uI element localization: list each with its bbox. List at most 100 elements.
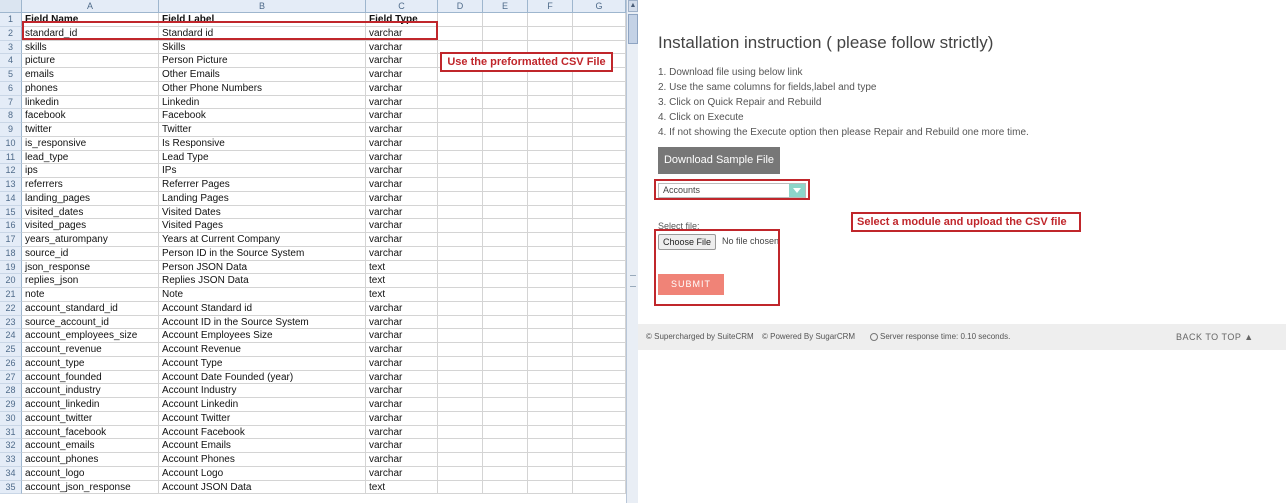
table-cell[interactable]: varchar [366, 164, 438, 178]
table-cell[interactable]: Is Responsive [159, 136, 366, 151]
table-cell[interactable]: Account Standard id [159, 301, 366, 316]
table-cell[interactable]: Facebook [159, 109, 366, 123]
table-cell[interactable] [483, 178, 528, 192]
table-cell[interactable] [573, 164, 626, 178]
table-cell[interactable]: Account Linkedin [159, 398, 366, 412]
table-cell[interactable] [573, 219, 626, 233]
table-cell[interactable]: varchar [366, 329, 438, 343]
row-number[interactable]: 22 [0, 301, 22, 316]
table-cell[interactable] [438, 274, 483, 288]
table-cell[interactable] [438, 136, 483, 151]
table-cell[interactable] [528, 164, 573, 178]
table-cell[interactable] [483, 205, 528, 220]
table-cell[interactable] [483, 150, 528, 165]
header-cell[interactable] [528, 13, 573, 27]
column-header[interactable]: D [438, 0, 483, 13]
table-cell[interactable] [438, 123, 483, 137]
table-cell[interactable] [438, 329, 483, 343]
table-cell[interactable]: is_responsive [22, 136, 159, 151]
table-cell[interactable] [528, 150, 573, 165]
table-cell[interactable]: Other Emails [159, 68, 366, 82]
table-cell[interactable] [528, 123, 573, 137]
table-cell[interactable]: account_standard_id [22, 301, 159, 316]
table-cell[interactable]: Note [159, 288, 366, 302]
table-cell[interactable] [573, 398, 626, 412]
table-cell[interactable]: Account Type [159, 356, 366, 371]
row-number[interactable]: 26 [0, 356, 22, 371]
table-cell[interactable] [438, 411, 483, 426]
table-cell[interactable] [573, 246, 626, 261]
table-cell[interactable] [438, 466, 483, 481]
scroll-grip[interactable] [630, 275, 636, 287]
table-cell[interactable] [483, 370, 528, 385]
table-cell[interactable] [483, 288, 528, 302]
row-number[interactable]: 8 [0, 109, 22, 123]
table-cell[interactable] [528, 233, 573, 247]
table-cell[interactable] [573, 274, 626, 288]
table-cell[interactable]: Replies JSON Data [159, 274, 366, 288]
table-cell[interactable]: source_account_id [22, 315, 159, 330]
table-cell[interactable] [573, 466, 626, 481]
row-number[interactable]: 1 [0, 13, 22, 27]
table-cell[interactable]: Account Employees Size [159, 329, 366, 343]
table-cell[interactable] [483, 425, 528, 440]
table-cell[interactable] [528, 260, 573, 275]
table-cell[interactable] [483, 301, 528, 316]
table-cell[interactable] [438, 480, 483, 495]
table-cell[interactable] [528, 425, 573, 440]
table-cell[interactable]: account_facebook [22, 425, 159, 440]
table-cell[interactable] [528, 178, 573, 192]
table-cell[interactable]: varchar [366, 425, 438, 440]
table-cell[interactable] [483, 246, 528, 261]
table-cell[interactable] [483, 343, 528, 357]
table-cell[interactable]: Visited Dates [159, 205, 366, 220]
header-cell[interactable] [573, 13, 626, 27]
table-cell[interactable]: varchar [366, 315, 438, 330]
table-cell[interactable]: account_industry [22, 384, 159, 398]
table-cell[interactable] [573, 109, 626, 123]
table-cell[interactable] [573, 315, 626, 330]
row-number[interactable]: 24 [0, 329, 22, 343]
table-cell[interactable] [573, 123, 626, 137]
table-cell[interactable] [573, 260, 626, 275]
table-cell[interactable]: source_id [22, 246, 159, 261]
table-cell[interactable] [438, 288, 483, 302]
table-cell[interactable] [573, 343, 626, 357]
table-cell[interactable] [483, 274, 528, 288]
row-number[interactable]: 34 [0, 466, 22, 481]
row-number[interactable]: 3 [0, 40, 22, 55]
table-cell[interactable] [528, 274, 573, 288]
table-cell[interactable]: IPs [159, 164, 366, 178]
table-cell[interactable] [573, 95, 626, 110]
download-sample-button[interactable]: Download Sample File [658, 147, 780, 174]
table-cell[interactable] [573, 370, 626, 385]
table-cell[interactable] [438, 219, 483, 233]
table-cell[interactable]: Person ID in the Source System [159, 246, 366, 261]
table-cell[interactable]: Account JSON Data [159, 480, 366, 495]
table-cell[interactable] [528, 95, 573, 110]
table-cell[interactable] [573, 178, 626, 192]
table-cell[interactable]: varchar [366, 191, 438, 206]
table-cell[interactable] [438, 370, 483, 385]
row-number[interactable]: 11 [0, 150, 22, 165]
table-cell[interactable] [483, 219, 528, 233]
table-cell[interactable]: Twitter [159, 123, 366, 137]
table-cell[interactable] [438, 453, 483, 467]
row-number[interactable]: 20 [0, 274, 22, 288]
table-cell[interactable] [573, 81, 626, 96]
table-cell[interactable]: text [366, 260, 438, 275]
table-cell[interactable] [438, 205, 483, 220]
table-cell[interactable] [528, 219, 573, 233]
table-cell[interactable]: visited_pages [22, 219, 159, 233]
table-cell[interactable]: account_phones [22, 453, 159, 467]
table-cell[interactable] [573, 411, 626, 426]
table-cell[interactable] [528, 26, 573, 41]
table-cell[interactable]: account_revenue [22, 343, 159, 357]
table-cell[interactable]: varchar [366, 398, 438, 412]
table-cell[interactable] [483, 81, 528, 96]
table-cell[interactable] [528, 466, 573, 481]
table-cell[interactable]: varchar [366, 178, 438, 192]
table-cell[interactable]: varchar [366, 411, 438, 426]
table-cell[interactable]: account_json_response [22, 480, 159, 495]
row-number[interactable]: 2 [0, 26, 22, 41]
